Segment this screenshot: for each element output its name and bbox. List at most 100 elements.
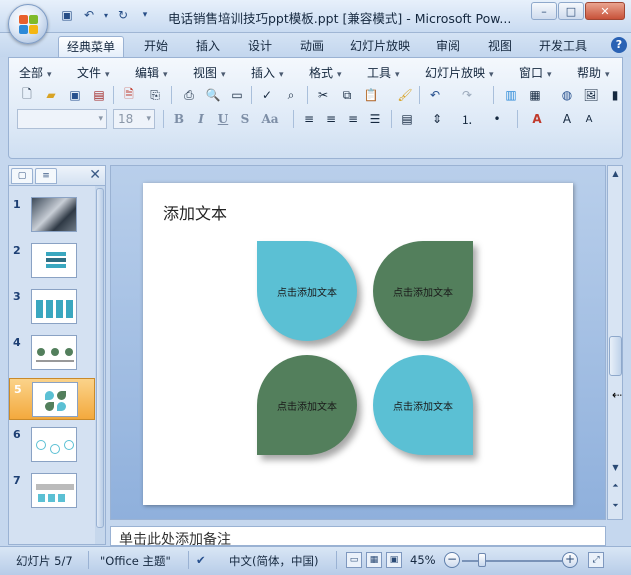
align-center-icon[interactable]: ≡ (321, 109, 341, 129)
cut-icon[interactable]: ✂ (313, 85, 333, 105)
spelling-icon[interactable]: ✓ (257, 85, 277, 105)
scrollbar-thumb[interactable] (96, 188, 104, 528)
customize-qat-icon[interactable]: ▾ (136, 6, 154, 24)
print-preview-icon[interactable]: 🔍 (203, 85, 223, 105)
permission-icon[interactable]: ▤ (89, 85, 109, 105)
petal-bottom-right[interactable]: 点击添加文本 (373, 355, 473, 455)
scrollbar-thumb[interactable] (609, 336, 622, 376)
research-icon[interactable]: ⌕ (281, 85, 301, 105)
align-right-icon[interactable]: ≡ (343, 109, 363, 129)
tab-outline[interactable]: ≡ (35, 168, 57, 184)
previous-slide-icon[interactable]: ⏶ (610, 480, 621, 491)
maximize-button[interactable]: □ (558, 2, 584, 20)
insert-picture-icon[interactable]: 🖼 (581, 85, 601, 105)
slide-title[interactable]: 添加文本 (163, 200, 227, 224)
next-slide-icon[interactable]: ⏷ (610, 500, 621, 511)
undo-dropdown-icon[interactable]: ▾ (102, 6, 110, 24)
insert-clipart-icon[interactable]: ◍ (557, 85, 577, 105)
bullets-icon[interactable]: • (487, 109, 507, 129)
slide-thumbnail-7[interactable]: 7 (9, 470, 95, 512)
more-icon[interactable]: ▮ (605, 85, 625, 105)
slide-thumbnail-5[interactable]: 5 (9, 378, 95, 420)
petal-bottom-left[interactable]: 点击添加文本 (257, 355, 357, 455)
undo-icon[interactable]: ↶ (425, 85, 445, 105)
minimize-button[interactable]: – (531, 2, 557, 20)
tab-developer[interactable]: 开发工具 (530, 36, 596, 57)
print-icon[interactable]: ⎙ (179, 85, 199, 105)
petal-top-left[interactable]: 点击添加文本 (257, 241, 357, 341)
normal-view-icon[interactable]: ▭ (346, 552, 362, 568)
close-button[interactable]: ✕ (585, 2, 625, 20)
shadow-button[interactable]: S (235, 109, 255, 129)
menu-view[interactable]: 视图 (193, 64, 226, 81)
slide-thumbnail-2[interactable]: 2 (9, 240, 95, 282)
zoom-out-icon[interactable]: − (444, 552, 460, 568)
slide-thumbnail-3[interactable]: 3 (9, 286, 95, 328)
justify-icon[interactable]: ☰ (365, 109, 385, 129)
tab-design[interactable]: 设计 (238, 36, 282, 57)
slide-thumbnail-4[interactable]: 4 (9, 332, 95, 374)
notes-placeholder[interactable]: 单击此处添加备注 (119, 529, 231, 545)
menu-slideshow[interactable]: 幻灯片放映 (425, 64, 494, 81)
export-pdf-icon[interactable]: 🗎 (119, 85, 139, 105)
notes-pane[interactable]: 单击此处添加备注 (110, 526, 606, 546)
help-icon[interactable]: ? (611, 37, 627, 53)
slide-sorter-icon[interactable]: ▦ (366, 552, 382, 568)
numbering-icon[interactable]: ⒈ (457, 109, 477, 129)
tab-insert[interactable]: 插入 (186, 36, 230, 57)
menu-all[interactable]: 全部 (19, 64, 52, 81)
shrink-font-icon[interactable]: A (579, 109, 599, 129)
font-size-combo[interactable]: 18 (113, 109, 155, 129)
italic-button[interactable]: I (191, 109, 211, 129)
menu-help[interactable]: 帮助 (577, 64, 610, 81)
menu-format[interactable]: 格式 (309, 64, 342, 81)
tab-review[interactable]: 审阅 (426, 36, 470, 57)
slide-scrollbar[interactable]: ▲ ▼ ⏶ ⏷ (607, 165, 623, 520)
petal-text[interactable]: 点击添加文本 (393, 284, 453, 299)
page-setup-icon[interactable]: ▭ (227, 85, 247, 105)
font-color-icon[interactable]: A (527, 109, 547, 129)
close-pane-icon[interactable]: ✕ (89, 167, 101, 183)
line-spacing-icon[interactable]: ⇕ (427, 109, 447, 129)
scroll-up-icon[interactable]: ▲ (610, 168, 621, 179)
grow-font-icon[interactable]: A (557, 109, 577, 129)
tab-home[interactable]: 开始 (134, 36, 178, 57)
redo-icon[interactable]: ↻ (114, 6, 132, 24)
scroll-down-icon[interactable]: ▼ (610, 462, 621, 473)
menu-insert[interactable]: 插入 (251, 64, 284, 81)
slide-thumbnail-6[interactable]: 6 (9, 424, 95, 466)
office-button[interactable] (8, 4, 48, 44)
new-icon[interactable]: 🗋 (17, 85, 37, 105)
zoom-level[interactable]: 45% (410, 553, 436, 567)
bold-button[interactable]: B (169, 109, 189, 129)
menu-window[interactable]: 窗口 (519, 64, 552, 81)
paste-icon[interactable]: 📋 (361, 85, 381, 105)
save-icon[interactable]: ▣ (65, 85, 85, 105)
tab-slideshow[interactable]: 幻灯片放映 (344, 36, 416, 57)
tab-view[interactable]: 视图 (478, 36, 522, 57)
zoom-slider-thumb[interactable] (478, 553, 486, 567)
fit-to-window-icon[interactable]: ⤢ (588, 552, 604, 568)
columns-icon[interactable]: ▤ (397, 109, 417, 129)
insert-chart-icon[interactable]: ▥ (501, 85, 521, 105)
slide-thumbnail-1[interactable]: 1 (9, 194, 95, 236)
tab-animation[interactable]: 动画 (290, 36, 334, 57)
attach-icon[interactable]: ⎘ (145, 85, 165, 105)
tab-slides[interactable]: ▢ (11, 168, 33, 184)
redo-icon[interactable]: ↷ (457, 85, 477, 105)
petal-text[interactable]: 点击添加文本 (277, 398, 337, 413)
align-left-icon[interactable]: ≡ (299, 109, 319, 129)
tab-classic-menu[interactable]: 经典菜单 (58, 36, 124, 57)
menu-file[interactable]: 文件 (77, 64, 110, 81)
thumbnail-scrollbar[interactable] (95, 186, 105, 544)
copy-icon[interactable]: ⧉ (337, 85, 357, 105)
menu-tools[interactable]: 工具 (367, 64, 400, 81)
current-slide[interactable]: 添加文本 点击添加文本 点击添加文本 点击添加文本 点击添加文本 (143, 183, 573, 505)
change-case-button[interactable]: Aa (257, 109, 283, 129)
spell-check-icon[interactable]: ✔ (196, 553, 206, 567)
zoom-slider-track[interactable] (462, 560, 562, 562)
petal-top-right[interactable]: 点击添加文本 (373, 241, 473, 341)
menu-edit[interactable]: 编辑 (135, 64, 168, 81)
underline-button[interactable]: U (213, 109, 233, 129)
petal-text[interactable]: 点击添加文本 (277, 284, 337, 299)
